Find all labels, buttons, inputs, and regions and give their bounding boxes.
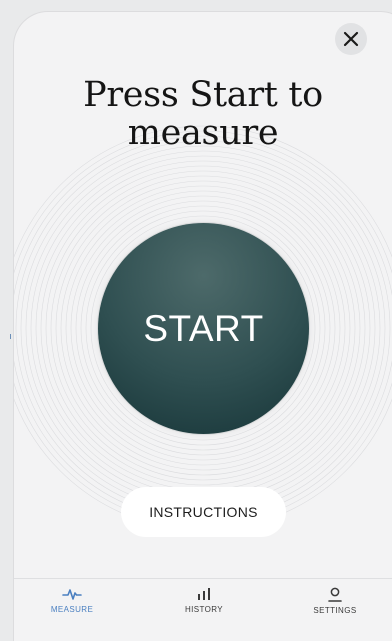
bar-chart-icon <box>198 588 210 600</box>
instructions-button-label: INSTRUCTIONS <box>149 504 258 520</box>
tab-settings-label: SETTINGS <box>313 606 357 615</box>
edge-marker <box>10 334 14 339</box>
tab-measure[interactable]: MEASURE <box>50 587 94 614</box>
start-button-label: START <box>143 307 264 349</box>
close-icon <box>343 31 359 47</box>
tab-bar: MEASURE HISTORY SETTINGS <box>14 578 392 641</box>
tab-measure-label: MEASURE <box>50 605 94 614</box>
tab-history[interactable]: HISTORY <box>182 587 226 614</box>
heartbeat-icon <box>62 589 82 600</box>
screen: Press Start to measure START INSTRUCTION… <box>0 0 392 641</box>
tab-history-label: HISTORY <box>184 605 224 614</box>
close-button[interactable] <box>335 23 367 55</box>
person-icon <box>328 587 342 602</box>
tab-settings[interactable]: SETTINGS <box>310 587 360 615</box>
start-button[interactable]: START <box>98 223 309 434</box>
instructions-button[interactable]: INSTRUCTIONS <box>121 487 286 537</box>
page-title: Press Start to measure <box>83 75 323 153</box>
